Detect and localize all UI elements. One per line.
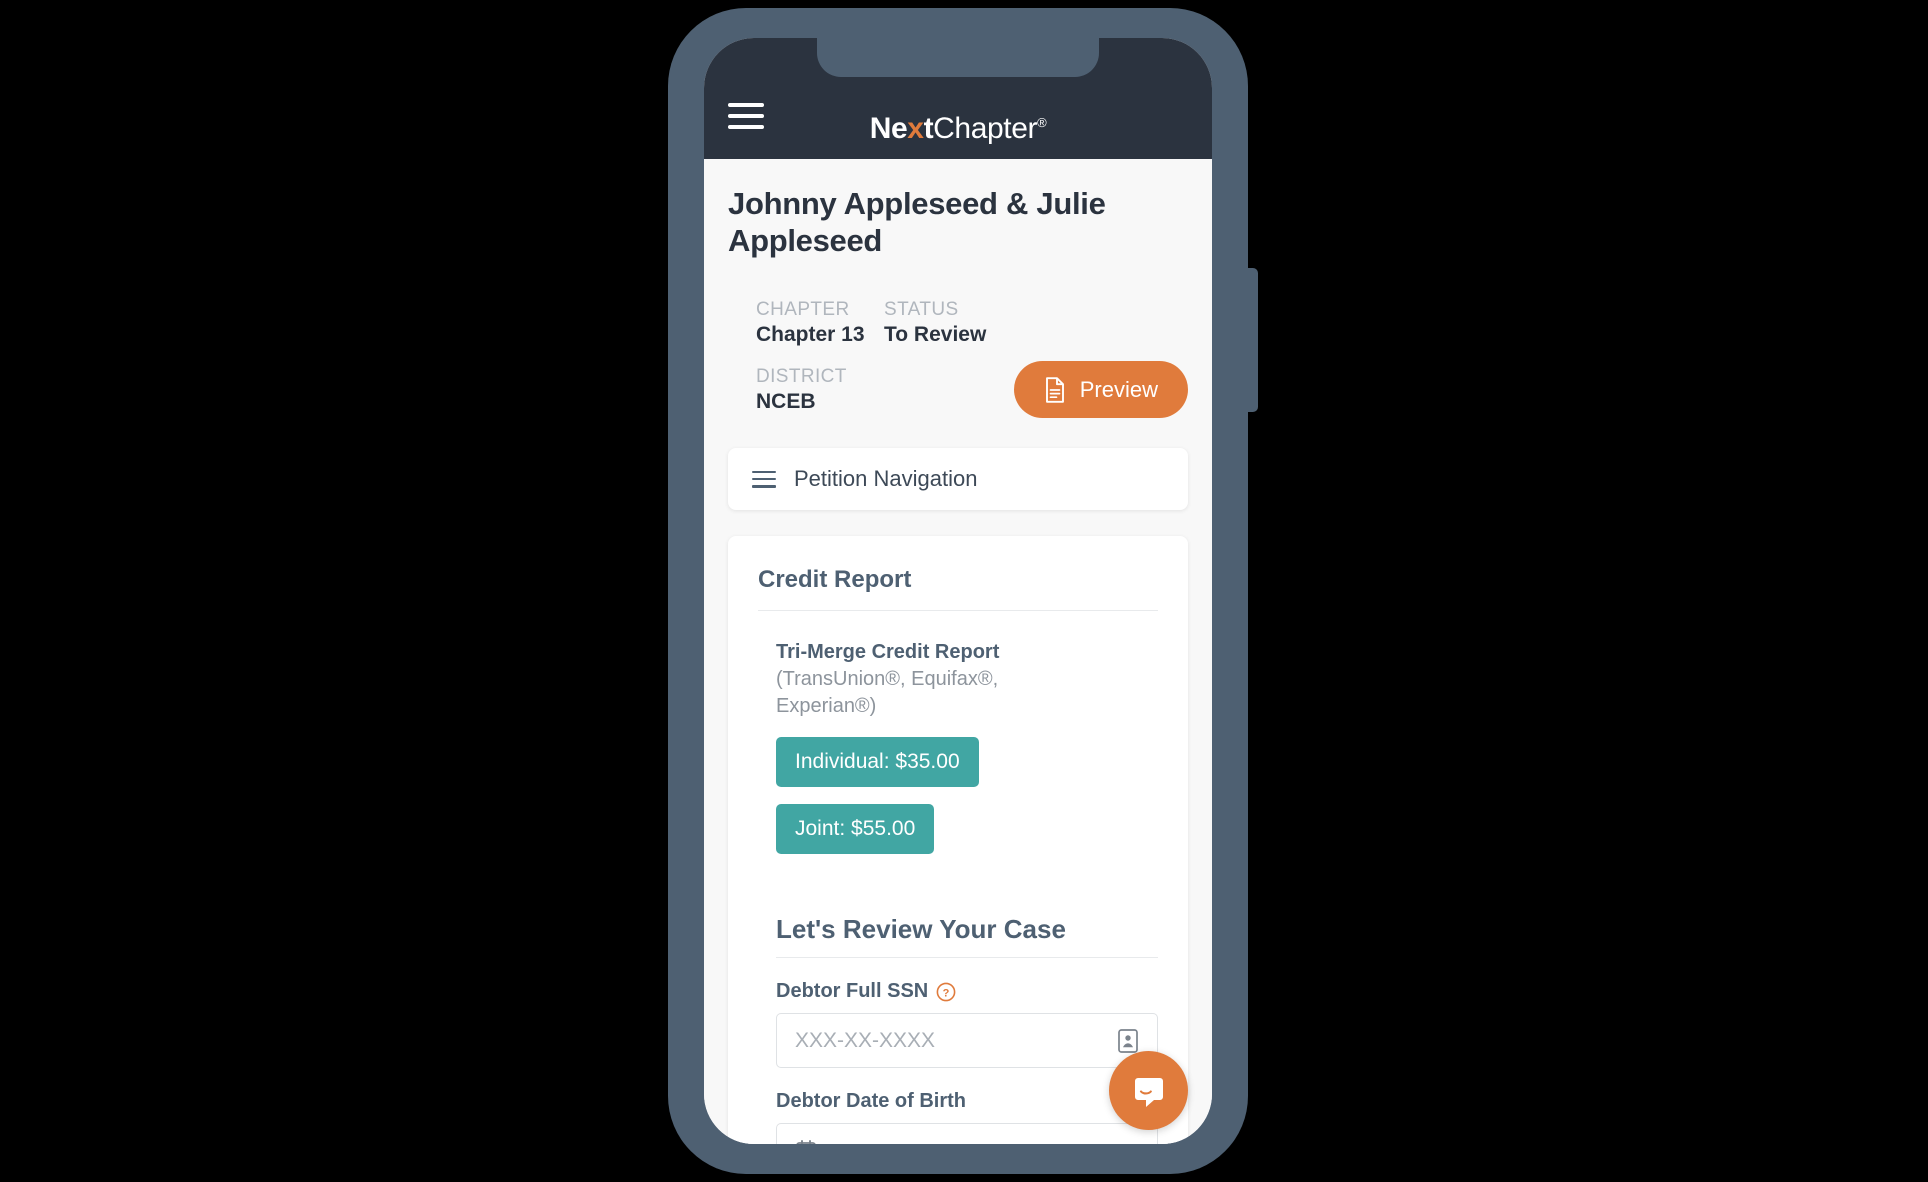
district-value: NCEB bbox=[756, 390, 816, 414]
phone-device-frame: NextChapter® Johnny Appleseed & Julie Ap… bbox=[668, 8, 1248, 1174]
preview-button-label: Preview bbox=[1079, 376, 1158, 402]
svg-text:?: ? bbox=[943, 987, 950, 999]
nextchapter-logo: NextChapter® bbox=[870, 112, 1047, 146]
id-card-icon[interactable] bbox=[1117, 1028, 1139, 1054]
review-section-heading: Let's Review Your Case bbox=[776, 914, 1158, 959]
logo-text-chapter: Chapter bbox=[933, 112, 1038, 145]
logo-registered-mark: ® bbox=[1037, 115, 1047, 130]
page-title: Johnny Appleseed & Julie Appleseed bbox=[728, 186, 1106, 258]
preview-button[interactable]: Preview bbox=[1013, 361, 1188, 419]
logo-accent-x: x bbox=[907, 112, 924, 145]
intercom-chat-icon bbox=[1134, 1077, 1163, 1107]
status-value: To Review bbox=[884, 323, 987, 347]
case-meta-block: CHAPTER Chapter 13 STATUS To Review DIST… bbox=[728, 299, 1188, 419]
document-icon bbox=[1045, 376, 1064, 403]
petition-navigation-bar[interactable]: Petition Navigation bbox=[728, 448, 1188, 511]
debtor-dob-label: Debtor Date of Birth bbox=[776, 1090, 1158, 1113]
debtor-dob-input[interactable] bbox=[776, 1123, 1158, 1144]
debtor-ssn-label-text: Debtor Full SSN bbox=[776, 980, 929, 1003]
device-notch bbox=[817, 38, 1099, 77]
joint-price-button[interactable]: Joint: $55.00 bbox=[776, 804, 935, 855]
status-field: STATUS To Review bbox=[884, 299, 1188, 347]
credit-report-card: Credit Report Tri-Merge Credit Report (T… bbox=[728, 536, 1188, 1144]
debtor-ssn-field: Debtor Full SSN ? XXX-XX-XXXX bbox=[776, 980, 1158, 1069]
debtor-dob-label-text: Debtor Date of Birth bbox=[776, 1090, 966, 1113]
calendar-icon bbox=[796, 1139, 816, 1144]
screenshot-stage: NextChapter® Johnny Appleseed & Julie Ap… bbox=[0, 0, 1928, 1182]
tri-merge-product-name: Tri-Merge Credit Report bbox=[776, 641, 1000, 664]
district-field: DISTRICT NCEB bbox=[756, 366, 884, 414]
tri-merge-bureaus: (TransUnion®, Equifax®, Experian®) bbox=[776, 668, 999, 718]
chapter-value: Chapter 13 bbox=[756, 323, 865, 347]
individual-price-button[interactable]: Individual: $35.00 bbox=[776, 737, 979, 788]
credit-report-heading: Credit Report bbox=[758, 566, 1158, 612]
debtor-ssn-input-value: XXX-XX-XXXX bbox=[795, 1028, 936, 1052]
debtor-dob-field: Debtor Date of Birth bbox=[776, 1090, 1158, 1144]
individual-price-row: Individual: $35.00 bbox=[776, 720, 1158, 788]
tri-merge-block: Tri-Merge Credit Report (TransUnion®, Eq… bbox=[758, 611, 1158, 855]
chapter-field: CHAPTER Chapter 13 bbox=[756, 299, 884, 347]
petition-nav-menu-icon bbox=[752, 470, 776, 488]
district-label: DISTRICT bbox=[756, 366, 847, 388]
intercom-chat-launcher[interactable] bbox=[1109, 1051, 1188, 1130]
status-label: STATUS bbox=[884, 299, 959, 321]
joint-price-row: Joint: $55.00 bbox=[776, 787, 1158, 855]
phone-screen: NextChapter® Johnny Appleseed & Julie Ap… bbox=[704, 38, 1212, 1144]
debtor-ssn-input[interactable]: XXX-XX-XXXX bbox=[776, 1013, 1158, 1069]
app-scroll-body[interactable]: Johnny Appleseed & Julie Appleseed CHAPT… bbox=[704, 159, 1212, 1144]
help-question-icon[interactable]: ? bbox=[936, 982, 956, 1002]
logo-text-ne: Ne bbox=[869, 112, 908, 145]
petition-navigation-label: Petition Navigation bbox=[794, 466, 978, 492]
chapter-label: CHAPTER bbox=[756, 299, 850, 321]
case-meta-row-1: CHAPTER Chapter 13 STATUS To Review bbox=[756, 299, 1188, 347]
debtor-ssn-label: Debtor Full SSN ? bbox=[776, 980, 1158, 1003]
hamburger-menu-icon[interactable] bbox=[728, 102, 764, 129]
